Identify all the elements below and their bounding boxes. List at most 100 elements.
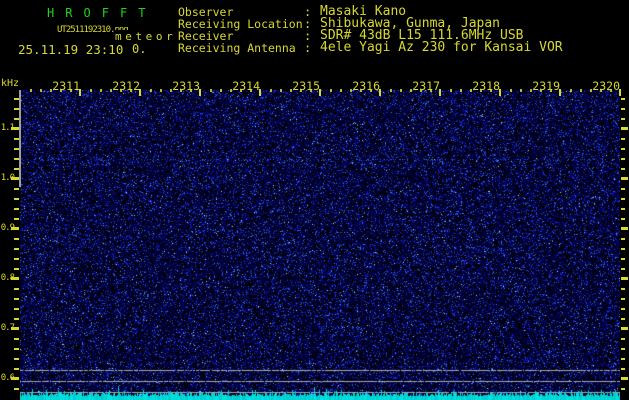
- time-minor-tick: [490, 89, 492, 92]
- freq-minor-tick-right: [621, 208, 625, 210]
- freq-minor-tick: [14, 368, 19, 370]
- freq-minor-tick-right: [621, 318, 625, 320]
- freq-major-tick: [11, 377, 19, 380]
- freq-minor-tick: [14, 268, 19, 270]
- time-minor-tick: [550, 89, 552, 92]
- time-minor-tick: [250, 89, 252, 92]
- time-tick-label: 2314: [232, 79, 260, 93]
- freq-minor-tick-right: [621, 168, 625, 170]
- time-minor-tick: [510, 89, 512, 92]
- time-minor-tick: [300, 89, 302, 92]
- time-minor-tick: [330, 89, 332, 92]
- time-minor-tick: [150, 89, 152, 92]
- freq-major-tick-right: [621, 227, 628, 230]
- freq-major-tick-right: [621, 327, 628, 330]
- freq-minor-tick: [14, 238, 19, 240]
- freq-minor-tick-right: [621, 368, 625, 370]
- freq-minor-tick: [14, 148, 19, 150]
- freq-minor-tick: [14, 208, 19, 210]
- time-tick-label: 2316: [352, 79, 380, 93]
- time-major-tick: [499, 89, 501, 96]
- freq-major-tick: [11, 127, 19, 130]
- datetime-label: 25.11.19 23:10: [18, 42, 124, 57]
- freq-axis-unit-label: kHz: [1, 78, 20, 89]
- info-value-antenna: 4ele Yagi Az 230 for Kansai VOR: [320, 40, 563, 55]
- time-minor-tick: [540, 89, 542, 92]
- freq-minor-tick-right: [621, 338, 625, 340]
- time-minor-tick: [430, 89, 432, 92]
- time-minor-tick: [160, 89, 162, 92]
- time-minor-tick: [110, 89, 112, 92]
- time-major-tick: [319, 89, 321, 96]
- time-minor-tick: [90, 89, 92, 92]
- time-tick-label: 2320: [592, 79, 620, 93]
- time-minor-tick: [30, 89, 32, 92]
- info-label-antenna: Receiving Antenna: [178, 41, 296, 55]
- freq-major-tick-right: [621, 127, 628, 130]
- freq-minor-tick: [14, 248, 19, 250]
- freq-minor-tick-right: [621, 108, 625, 110]
- freq-minor-tick-right: [621, 298, 625, 300]
- freq-major-tick-right: [621, 177, 628, 180]
- time-minor-tick: [600, 89, 602, 92]
- time-minor-tick: [50, 89, 52, 92]
- time-minor-tick: [360, 89, 362, 92]
- freq-major-tick-right: [621, 377, 628, 380]
- freq-minor-tick-right: [621, 308, 625, 310]
- time-minor-tick: [350, 89, 352, 92]
- time-minor-tick: [610, 89, 612, 92]
- time-minor-tick: [570, 89, 572, 92]
- time-major-tick: [379, 89, 381, 96]
- hrofft-window: H R O F F T UT2511192310.png meteor 25.1…: [0, 0, 629, 400]
- freq-minor-tick: [14, 218, 19, 220]
- app-title: H R O F F T: [47, 6, 148, 20]
- freq-minor-tick: [14, 318, 19, 320]
- colon: :: [304, 41, 312, 55]
- time-minor-tick: [520, 89, 522, 92]
- time-minor-tick: [220, 89, 222, 92]
- time-minor-tick: [100, 89, 102, 92]
- time-major-tick: [139, 89, 141, 96]
- freq-minor-tick: [14, 258, 19, 260]
- time-minor-tick: [130, 89, 132, 92]
- freq-minor-tick: [14, 308, 19, 310]
- freq-minor-tick-right: [621, 138, 625, 140]
- freq-minor-tick-right: [621, 148, 625, 150]
- freq-minor-tick-right: [621, 348, 625, 350]
- time-minor-tick: [310, 89, 312, 92]
- time-minor-tick: [460, 89, 462, 92]
- time-minor-tick: [270, 89, 272, 92]
- time-minor-tick: [170, 89, 172, 92]
- freq-minor-tick-right: [621, 188, 625, 190]
- freq-minor-tick-right: [621, 358, 625, 360]
- time-major-tick: [79, 89, 81, 96]
- time-minor-tick: [40, 89, 42, 92]
- freq-major-tick: [11, 227, 19, 230]
- time-major-tick: [619, 89, 621, 96]
- time-minor-tick: [120, 89, 122, 92]
- freq-minor-tick: [14, 358, 19, 360]
- time-minor-tick: [420, 89, 422, 92]
- time-major-tick: [199, 89, 201, 96]
- time-major-tick: [559, 89, 561, 96]
- time-tick-label: 2319: [532, 79, 560, 93]
- freq-minor-tick: [14, 298, 19, 300]
- freq-minor-tick-right: [621, 118, 625, 120]
- time-minor-tick: [590, 89, 592, 92]
- freq-major-tick-right: [621, 277, 628, 280]
- freq-minor-tick-right: [621, 388, 625, 390]
- freq-minor-tick-right: [621, 238, 625, 240]
- freq-minor-tick: [14, 348, 19, 350]
- time-tick-label: 2317: [412, 79, 440, 93]
- time-major-tick: [439, 89, 441, 96]
- time-minor-tick: [470, 89, 472, 92]
- freq-minor-tick: [14, 118, 19, 120]
- time-minor-tick: [530, 89, 532, 92]
- freq-minor-tick-right: [621, 258, 625, 260]
- freq-minor-tick-right: [621, 198, 625, 200]
- plot-left-edge-line: [19, 90, 21, 187]
- freq-minor-tick: [14, 108, 19, 110]
- freq-minor-tick-right: [621, 268, 625, 270]
- time-minor-tick: [340, 89, 342, 92]
- freq-minor-tick: [14, 338, 19, 340]
